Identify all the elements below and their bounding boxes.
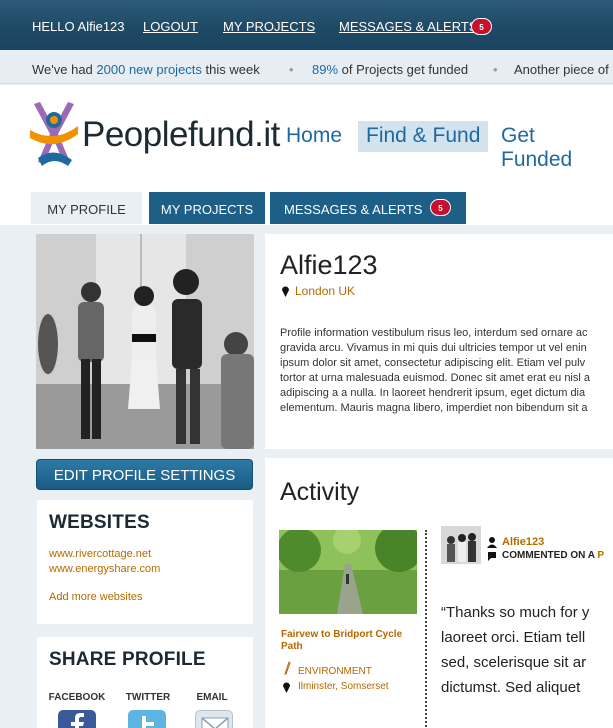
tab-messages-alerts[interactable]: MESSAGES & ALERTS 5 bbox=[270, 192, 466, 224]
stats-ticker: We've had 2000 new projects this week • … bbox=[0, 54, 613, 84]
facebook-icon[interactable] bbox=[58, 710, 96, 728]
nav-find-and-fund[interactable]: Find & Fund bbox=[358, 121, 489, 152]
activity-user-link[interactable]: Alfie123 bbox=[502, 536, 544, 548]
profile-photo bbox=[36, 234, 254, 449]
nav-get-funded[interactable]: Get Funded bbox=[493, 121, 613, 171]
site-header: Peoplefund.it Home Find & Fund Get Funde… bbox=[0, 85, 613, 185]
activity-panel: Activity Fairvew to Bridport Cycle Path … bbox=[265, 458, 613, 728]
website-link[interactable]: www.rivercottage.net bbox=[49, 548, 241, 560]
location-pin-icon bbox=[283, 682, 290, 693]
project-category: ENVIRONMENT bbox=[298, 666, 372, 677]
edit-profile-settings-button[interactable]: EDIT PROFILE SETTINGS bbox=[36, 459, 253, 490]
location-pin-icon bbox=[282, 286, 289, 297]
website-link[interactable]: www.energyshare.com bbox=[49, 563, 241, 575]
share-twitter-label: TWITTER bbox=[125, 692, 171, 703]
category-icon bbox=[284, 661, 291, 675]
ticker-stat-more: Another piece of bbox=[514, 62, 609, 77]
tab-my-projects[interactable]: MY PROJECTS bbox=[149, 192, 265, 224]
peoplefund-logo-icon[interactable] bbox=[28, 100, 80, 170]
email-icon[interactable] bbox=[195, 710, 233, 728]
project-location: Ilminster, Somserset bbox=[298, 681, 389, 692]
comment-icon bbox=[488, 552, 496, 561]
ticker-separator: • bbox=[289, 62, 294, 77]
project-title-link[interactable]: Fairvew to Bridport Cycle Path bbox=[281, 629, 411, 653]
profile-username: Alfie123 bbox=[280, 250, 378, 280]
activity-action: COMMENTED ON A P bbox=[502, 550, 605, 561]
project-thumbnail[interactable] bbox=[279, 530, 417, 614]
my-projects-link[interactable]: MY PROJECTS bbox=[223, 19, 315, 34]
ticker-stat-funded: 89% of Projects get funded bbox=[312, 62, 469, 77]
profile-location-link[interactable]: London UK bbox=[295, 284, 355, 298]
greeting-text: HELLO Alfie123 bbox=[32, 19, 125, 34]
messages-alerts-link[interactable]: MESSAGES & ALERTS bbox=[339, 19, 477, 34]
websites-heading: WEBSITES bbox=[49, 512, 150, 533]
ticker-separator: • bbox=[493, 62, 498, 77]
share-email-label: EMAIL bbox=[196, 692, 228, 703]
tab-my-profile[interactable]: MY PROFILE bbox=[31, 192, 142, 224]
twitter-icon[interactable] bbox=[128, 710, 166, 728]
top-bar: HELLO Alfie123 LOGOUT MY PROJECTS MESSAG… bbox=[0, 0, 613, 50]
messages-count-badge: 5 bbox=[471, 18, 492, 35]
activity-comment-quote: “Thanks so much for y laoreet orci. Etia… bbox=[441, 604, 590, 696]
ticker-stat-projects: We've had 2000 new projects this week bbox=[32, 62, 260, 77]
activity-heading: Activity bbox=[280, 478, 360, 506]
user-icon bbox=[487, 537, 497, 548]
websites-panel: WEBSITES www.rivercottage.net www.energy… bbox=[37, 500, 253, 624]
tab-messages-badge: 5 bbox=[430, 199, 451, 216]
share-profile-panel: SHARE PROFILE FACEBOOK TWITTER EMAIL bbox=[37, 637, 253, 728]
logout-link[interactable]: LOGOUT bbox=[143, 19, 198, 34]
timeline-divider bbox=[425, 530, 427, 728]
profile-bio: Profile information vestibulum risus leo… bbox=[280, 327, 590, 414]
user-avatar[interactable] bbox=[441, 526, 481, 564]
brand-name[interactable]: Peoplefund.it bbox=[82, 115, 280, 155]
nav-home[interactable]: Home bbox=[278, 121, 350, 152]
tab-messages-label: MESSAGES & ALERTS bbox=[284, 202, 423, 217]
add-websites-link[interactable]: Add more websites bbox=[49, 591, 241, 603]
profile-info-panel: Alfie123 London UK Profile information v… bbox=[265, 234, 613, 449]
share-facebook-label: FACEBOOK bbox=[48, 692, 106, 703]
share-profile-heading: SHARE PROFILE bbox=[49, 649, 206, 670]
